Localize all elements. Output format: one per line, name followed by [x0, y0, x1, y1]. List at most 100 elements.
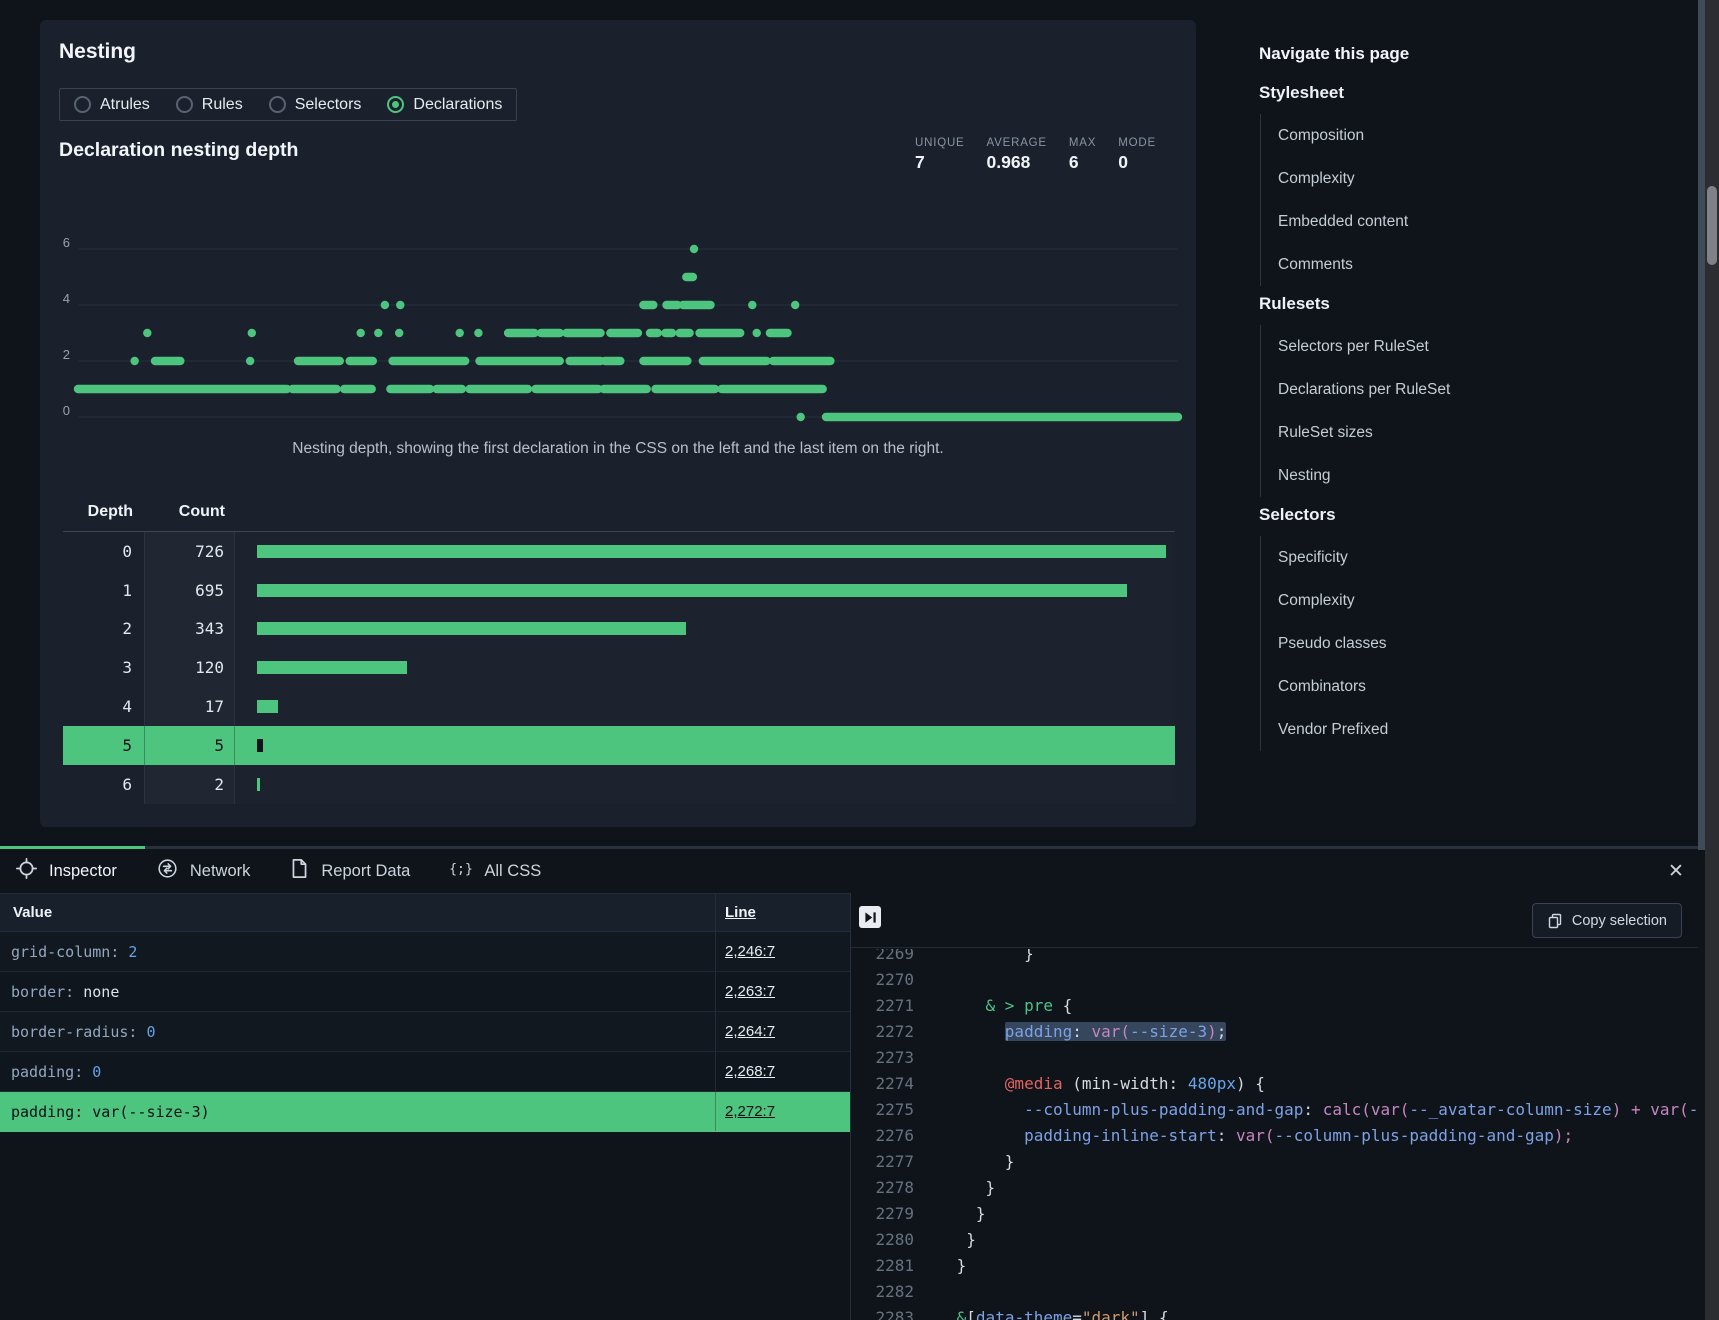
value-table-row[interactable]: border: none2,263:7: [0, 972, 850, 1012]
copy-selection-button[interactable]: Copy selection: [1532, 903, 1682, 938]
depth-count-table: Depth Count 07261695234331204175562: [63, 493, 1175, 804]
radio-label: Atrules: [100, 96, 150, 114]
jump-to-source-button[interactable]: [859, 906, 881, 928]
line-link[interactable]: 2,272:7: [725, 1092, 775, 1131]
value-table-row[interactable]: padding: 02,268:7: [0, 1052, 850, 1092]
column-divider: [715, 932, 716, 971]
value-token: none: [83, 983, 119, 1001]
count-cell: 343: [145, 610, 235, 649]
code-token: ) + var(: [1612, 1100, 1689, 1119]
code-token: var(: [1371, 1100, 1410, 1119]
code-token: ] {: [1140, 1308, 1169, 1320]
depth-table-row-2[interactable]: 2343: [63, 610, 1175, 649]
code-text: }: [947, 1230, 976, 1249]
panel-tab-bar: Inspector Network Report Data {;}All CSS ✕: [0, 846, 1698, 893]
bar-cell: [235, 687, 1175, 726]
line-number: 2270: [851, 970, 914, 989]
tab-network[interactable]: Network: [141, 849, 275, 893]
code-token: [947, 1308, 957, 1320]
radio-option-declarations[interactable]: Declarations: [387, 96, 502, 114]
code-line: 2278 }: [851, 1174, 1698, 1200]
nav-item-specificity[interactable]: Specificity: [1278, 536, 1679, 579]
nav-item-declarations-per-ruleset[interactable]: Declarations per RuleSet: [1278, 368, 1679, 411]
depth-table-row-0[interactable]: 0726: [63, 532, 1175, 571]
radio-option-atrules[interactable]: Atrules: [74, 96, 150, 114]
bar-cell: [235, 765, 1175, 804]
scatter-point-depth-4: [381, 301, 389, 309]
nav-item-comments[interactable]: Comments: [1278, 243, 1679, 286]
count-cell: 2: [145, 765, 235, 804]
nav-item-nesting[interactable]: Nesting: [1278, 454, 1679, 497]
scatter-point-depth-3: [395, 329, 403, 337]
code-token: }: [947, 1256, 966, 1275]
radio-option-rules[interactable]: Rules: [176, 96, 243, 114]
nav-item-embedded-content[interactable]: Embedded content: [1278, 200, 1679, 243]
close-panel-button[interactable]: ✕: [1662, 857, 1690, 885]
depth-table-row-3[interactable]: 3120: [63, 648, 1175, 687]
code-token: }: [947, 1230, 976, 1249]
depth-table-row-1[interactable]: 1695: [63, 571, 1175, 610]
nav-item-complexity[interactable]: Complexity: [1278, 157, 1679, 200]
scatter-svg: 6420: [50, 230, 1190, 435]
nav-item-composition[interactable]: Composition: [1278, 114, 1679, 157]
nav-sections: StylesheetCompositionComplexityEmbedded …: [1259, 83, 1679, 751]
bar-cell: [235, 648, 1175, 687]
nav-item-pseudo-classes[interactable]: Pseudo classes: [1278, 622, 1679, 665]
line-link[interactable]: 2,268:7: [725, 1052, 775, 1091]
code-token: );: [1554, 1126, 1573, 1145]
line-column-header[interactable]: Line: [725, 894, 756, 931]
page-navigation: Navigate this page StylesheetComposition…: [1259, 44, 1679, 759]
nav-item-selectors-per-ruleset[interactable]: Selectors per RuleSet: [1278, 325, 1679, 368]
depth-table-header: Depth Count: [63, 493, 1175, 532]
scatter-point-depth-2: [246, 357, 254, 365]
depth-table-row-4[interactable]: 417: [63, 687, 1175, 726]
stat-mode: MODE0: [1118, 137, 1156, 173]
nav-item-ruleset-sizes[interactable]: RuleSet sizes: [1278, 411, 1679, 454]
declaration-value: padding: var(--size-3): [11, 1092, 210, 1131]
crosshair-icon: [16, 858, 37, 884]
code-line: 2269 }: [851, 949, 1698, 966]
code-line: 2271 & > pre {: [851, 992, 1698, 1018]
code-line: 2275 --column-plus-padding-and-gap: calc…: [851, 1096, 1698, 1122]
y-axis-tick-label: 0: [63, 403, 70, 418]
y-axis-tick-label: 4: [63, 291, 70, 306]
jump-icon: [862, 909, 879, 926]
nav-section-heading-rulesets: Rulesets: [1259, 294, 1679, 314]
value-table-row[interactable]: padding: var(--size-3) 2,272:7: [0, 1092, 850, 1132]
code-text: @media (min-width: 480px) {: [947, 1074, 1265, 1093]
tab-inspector[interactable]: Inspector: [0, 849, 141, 893]
line-link[interactable]: 2,263:7: [725, 972, 775, 1011]
nav-item-combinators[interactable]: Combinators: [1278, 665, 1679, 708]
chart-caption: Nesting depth, showing the first declara…: [40, 440, 1196, 458]
tab-label: Network: [190, 862, 251, 881]
scatter-point-depth-3: [474, 329, 482, 337]
code-token: [947, 996, 986, 1015]
page-scrollbar-track[interactable]: [1705, 0, 1719, 1320]
page-scrollbar-thumb[interactable]: [1707, 186, 1717, 265]
code-text: }: [947, 1256, 966, 1275]
depth-cell: 0: [63, 532, 145, 571]
depth-table-row-6[interactable]: 62: [63, 765, 1175, 804]
value-token: grid-column:: [11, 943, 128, 961]
nesting-type-radio-group: Atrules Rules Selectors Declarations: [59, 88, 517, 121]
line-link[interactable]: 2,264:7: [725, 1012, 775, 1051]
content-scrollbar-track: [1698, 0, 1705, 850]
value-table-body: grid-column: 22,246:7border: none2,263:7…: [0, 932, 850, 1132]
nav-item-vendor-prefixed[interactable]: Vendor Prefixed: [1278, 708, 1679, 751]
tab-report-data[interactable]: Report Data: [274, 849, 434, 893]
nav-item-complexity[interactable]: Complexity: [1278, 579, 1679, 622]
line-link[interactable]: 2,246:7: [725, 932, 775, 971]
radio-option-selectors[interactable]: Selectors: [269, 96, 362, 114]
line-number: 2282: [851, 1282, 914, 1301]
code-token: [: [966, 1308, 976, 1320]
depth-table-row-5[interactable]: 55: [63, 726, 1175, 765]
tab-all-css[interactable]: {;}All CSS: [434, 849, 565, 893]
stat-label: MAX: [1069, 137, 1096, 149]
depth-table-body: 07261695234331204175562: [63, 532, 1175, 804]
nav-section-list: SpecificityComplexityPseudo classesCombi…: [1260, 536, 1679, 751]
bar-cell: [235, 610, 1175, 649]
code-token: [947, 1074, 1005, 1093]
tab-label: Report Data: [321, 862, 410, 881]
value-table-row[interactable]: grid-column: 22,246:7: [0, 932, 850, 972]
value-table-row[interactable]: border-radius: 02,264:7: [0, 1012, 850, 1052]
